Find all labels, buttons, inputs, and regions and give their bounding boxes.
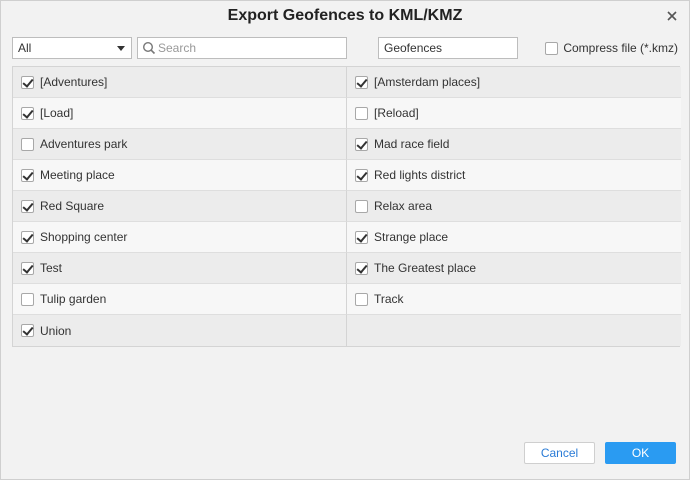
ok-button[interactable]: OK bbox=[605, 442, 676, 464]
geofence-label: [Load] bbox=[40, 106, 74, 120]
geofence-checkbox[interactable] bbox=[21, 292, 34, 306]
geofence-label: Test bbox=[40, 261, 63, 275]
geofence-label: [Reload] bbox=[374, 106, 419, 120]
geofence-label: Mad race field bbox=[374, 137, 450, 151]
search-icon bbox=[142, 41, 156, 55]
search-box[interactable] bbox=[137, 37, 347, 59]
geofence-label: Track bbox=[374, 292, 404, 306]
filter-select[interactable]: All bbox=[12, 37, 132, 59]
geofence-row[interactable]: [Adventures] bbox=[13, 67, 347, 98]
geofence-checkbox[interactable] bbox=[355, 137, 368, 151]
geofence-checkbox[interactable] bbox=[21, 324, 34, 337]
geofence-checkbox[interactable] bbox=[21, 75, 34, 89]
geofence-checkbox[interactable] bbox=[355, 199, 368, 213]
geofence-row[interactable]: [Load] bbox=[13, 98, 347, 129]
compress-option[interactable]: Compress file (*.kmz) bbox=[545, 40, 678, 56]
geofence-label: The Greatest place bbox=[374, 261, 477, 275]
geofence-row[interactable]: Relax area bbox=[347, 191, 681, 222]
geofence-checkbox[interactable] bbox=[355, 168, 368, 182]
geofence-checkbox[interactable] bbox=[355, 292, 368, 306]
geofence-row[interactable]: Shopping center bbox=[13, 222, 347, 253]
toolbar: All Compress file (*.kmz) bbox=[12, 37, 678, 59]
export-geofences-dialog: Export Geofences to KML/KMZ All Compress… bbox=[0, 0, 690, 480]
file-name-box[interactable] bbox=[378, 37, 518, 59]
geofence-row[interactable]: Strange place bbox=[347, 222, 681, 253]
geofence-row[interactable]: Track bbox=[347, 284, 681, 315]
title-bar: Export Geofences to KML/KMZ bbox=[1, 1, 689, 31]
geofence-checkbox[interactable] bbox=[21, 137, 34, 151]
geofence-label: Red Square bbox=[40, 199, 105, 213]
geofence-label: Meeting place bbox=[40, 168, 115, 182]
geofence-label: Red lights district bbox=[374, 168, 466, 182]
file-name-input[interactable] bbox=[384, 39, 512, 57]
close-icon[interactable] bbox=[665, 9, 679, 23]
geofence-checkbox[interactable] bbox=[355, 75, 368, 89]
geofence-row[interactable]: Red Square bbox=[13, 191, 347, 222]
geofence-checkbox[interactable] bbox=[21, 230, 34, 244]
geofence-row[interactable]: Adventures park bbox=[13, 129, 347, 160]
geofence-label: Union bbox=[40, 323, 72, 338]
geofence-row[interactable]: [Reload] bbox=[347, 98, 681, 129]
geofence-checkbox[interactable] bbox=[21, 106, 34, 120]
geofence-row[interactable]: Mad race field bbox=[347, 129, 681, 160]
geofence-row[interactable]: Test bbox=[13, 253, 347, 284]
geofence-row[interactable]: Tulip garden bbox=[13, 284, 347, 315]
geofence-label: Shopping center bbox=[40, 230, 128, 244]
geofence-label: [Amsterdam places] bbox=[374, 75, 481, 89]
geofence-row[interactable]: The Greatest place bbox=[347, 253, 681, 284]
geofence-label: Adventures park bbox=[40, 137, 128, 151]
geofence-label: Strange place bbox=[374, 230, 449, 244]
geofence-row[interactable]: Red lights district bbox=[347, 160, 681, 191]
compress-checkbox[interactable] bbox=[545, 41, 559, 55]
geofence-checkbox[interactable] bbox=[21, 199, 34, 213]
search-input[interactable] bbox=[158, 39, 343, 57]
geofence-label: Relax area bbox=[374, 199, 433, 213]
geofence-checkbox[interactable] bbox=[21, 261, 34, 275]
cancel-button[interactable]: Cancel bbox=[524, 442, 595, 464]
geofence-row[interactable]: Union bbox=[13, 315, 347, 346]
chevron-down-icon bbox=[117, 46, 125, 51]
geofence-checkbox[interactable] bbox=[355, 106, 368, 120]
geofence-row[interactable]: Meeting place bbox=[13, 160, 347, 191]
empty-cell bbox=[347, 315, 681, 346]
geofence-checkbox[interactable] bbox=[355, 261, 368, 275]
geofence-row[interactable]: [Amsterdam places] bbox=[347, 67, 681, 98]
dialog-title: Export Geofences to KML/KMZ bbox=[227, 7, 463, 24]
geofence-checkbox[interactable] bbox=[21, 168, 34, 182]
geofence-label: [Adventures] bbox=[40, 75, 108, 89]
compress-label: Compress file (*.kmz) bbox=[563, 41, 678, 55]
geofence-label: Tulip garden bbox=[40, 292, 107, 306]
filter-select-value: All bbox=[18, 41, 32, 55]
geofence-list: [Adventures] [Amsterdam places] [Load] [Rel… bbox=[12, 66, 681, 347]
geofence-checkbox[interactable] bbox=[355, 230, 368, 244]
